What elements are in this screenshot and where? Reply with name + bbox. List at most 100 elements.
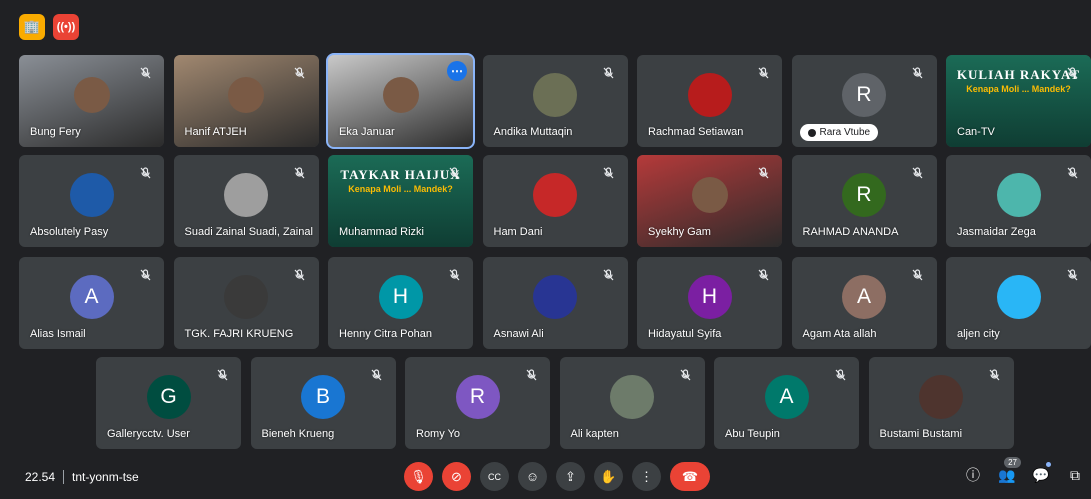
mic-muted-icon [598, 62, 620, 84]
participant-avatar: R [842, 173, 886, 218]
activities-button[interactable]: ⧉ [1063, 462, 1087, 488]
mic-muted-icon [1061, 264, 1083, 286]
participant-tile[interactable]: Hanif ATJEH [173, 55, 319, 147]
participant-tile[interactable]: Syekhy Gam [637, 155, 782, 247]
building-icon[interactable]: 🏢 [19, 14, 45, 40]
participant-tile[interactable]: A Abu Teupin [714, 357, 859, 449]
mic-muted-icon [675, 364, 697, 386]
mic-muted-icon [907, 62, 929, 84]
mic-muted-icon [752, 62, 774, 84]
participant-name: Romy Yo [416, 428, 461, 440]
mic-muted-icon [598, 264, 620, 286]
participant-name: Bung Fery [30, 126, 81, 138]
speaker-icon [807, 128, 816, 137]
bottom-bar: 22.54 tnt-yonm-tse 🎙 ⊘ CC ☺ ⇪ ✋ ⋮ ☎ ⓘ 👥 27 💬 ⧉ [0, 456, 1091, 499]
participant-face [691, 177, 728, 214]
participant-avatar [533, 275, 577, 320]
participant-name: Bustami Bustami [879, 428, 963, 440]
participant-avatar: H [378, 275, 423, 320]
participant-tile[interactable]: TAYKAR HAIJUX Kenapa Moli ... Mandek? Muha… [328, 155, 473, 247]
captions-button[interactable]: CC [480, 462, 509, 491]
mic-muted-icon [598, 162, 620, 184]
reactions-button[interactable]: ☺ [518, 462, 547, 491]
participant-avatar: A [764, 375, 809, 420]
participant-tile[interactable]: Ali kapten [559, 357, 705, 449]
participant-avatar: G [146, 375, 191, 420]
participant-tile[interactable]: R RAHMAD ANANDA [791, 155, 937, 247]
participant-name: Jasmaidar Zega [957, 226, 1036, 238]
participant-tile[interactable]: aljen city [946, 257, 1091, 349]
raise-hand-button[interactable]: ✋ [594, 462, 623, 491]
participant-avatar [610, 375, 654, 420]
participant-tile[interactable]: Asnawi Ali [482, 257, 628, 349]
people-button[interactable]: 👥 27 [995, 457, 1021, 488]
participant-name: Ham Dani [493, 226, 543, 238]
participant-name: Absolutely Pasy [30, 226, 109, 238]
participant-tile[interactable]: R Romy Yo [405, 357, 550, 449]
captions-icon: CC [488, 471, 501, 482]
mic-muted-icon [443, 162, 465, 184]
mic-muted-icon [366, 364, 388, 386]
mic-off-icon: 🎙 [410, 468, 427, 484]
mic-muted-icon [134, 162, 156, 184]
camera-off-icon: ⊘ [451, 468, 462, 484]
participant-avatar: B [301, 375, 345, 420]
participant-face [228, 77, 264, 114]
chat-button[interactable]: 💬 [1029, 462, 1053, 488]
hangup-icon: ☎ [681, 468, 699, 484]
participant-tile[interactable]: ⋯ Eka Januar [326, 53, 475, 149]
call-controls: 🎙 ⊘ CC ☺ ⇪ ✋ ⋮ ☎ [404, 462, 710, 491]
participant-tile[interactable]: G Gallerycctv. User [96, 357, 241, 449]
participant-tile[interactable]: H Henny Citra Pohan [328, 257, 473, 349]
meeting-details-button[interactable]: ⓘ [961, 462, 985, 488]
participant-tile[interactable]: A Alias Ismail [19, 257, 164, 349]
meeting-code: tnt-yonm-tse [72, 470, 139, 484]
divider [63, 470, 65, 484]
mic-muted-icon [289, 264, 311, 286]
participant-name: Abu Teupin [725, 428, 780, 440]
participant-tile[interactable]: Rachmad Setiawan [637, 55, 782, 147]
camera-off-button[interactable]: ⊘ [442, 462, 471, 491]
participant-tile[interactable]: KULIAH RAKYAT Kenapa Moli ... Mandek? Can-… [946, 55, 1091, 147]
participant-name: Can-TV [957, 126, 995, 138]
participant-tile[interactable]: A Agam Ata allah [791, 257, 937, 349]
leave-call-button[interactable]: ☎ [670, 462, 710, 491]
present-button[interactable]: ⇪ [556, 462, 585, 491]
live-broadcast-icon[interactable]: ((•)) [53, 14, 79, 40]
chat-icon: 💬 [1032, 466, 1050, 483]
participant-tile[interactable]: Suadi Zainal Suadi, Zainal [173, 155, 319, 247]
participant-avatar [533, 73, 577, 118]
present-screen-icon: ⇪ [565, 468, 576, 484]
more-options-icon[interactable]: ⋯ [447, 61, 467, 81]
participant-avatar [69, 173, 114, 218]
participant-avatar [224, 275, 268, 320]
participant-tile[interactable]: B Bieneh Krueng [250, 357, 396, 449]
participant-name: TGK. FAJRI KRUENG [184, 328, 294, 340]
hand-icon: ✋ [600, 468, 617, 484]
more-options-button[interactable]: ⋮ [632, 462, 661, 491]
mic-muted-icon [134, 62, 156, 84]
participant-tile[interactable]: Absolutely Pasy [19, 155, 164, 247]
clock-time: 22.54 [25, 470, 56, 484]
participant-tile[interactable]: Jasmaidar Zega [946, 155, 1091, 247]
emoji-icon: ☺ [525, 469, 540, 484]
participant-tile[interactable]: R Rara Vtube [791, 55, 937, 147]
participant-tile[interactable]: Bustami Bustami [868, 357, 1014, 449]
participant-tile[interactable]: Bung Fery [19, 55, 164, 147]
mic-muted-icon [443, 264, 465, 286]
mic-off-button[interactable]: 🎙 [404, 462, 433, 491]
meeting-info: 22.54 tnt-yonm-tse [25, 470, 139, 484]
banner-subtitle: Kenapa Moli ... Mandek? [348, 184, 453, 194]
participant-name: RAHMAD ANANDA [802, 226, 899, 238]
top-badges: 🏢 ((•)) [19, 14, 79, 40]
mic-muted-icon [752, 264, 774, 286]
participant-avatar: A [69, 275, 114, 320]
mic-muted-icon [752, 162, 774, 184]
participant-tile[interactable]: Ham Dani [482, 155, 628, 247]
participant-tile[interactable]: Andika Muttaqin [482, 55, 628, 147]
participant-name: Ali kapten [570, 428, 619, 440]
mic-muted-icon [984, 364, 1006, 386]
participant-tile[interactable]: H Hidayatul Syifa [637, 257, 782, 349]
participant-tile[interactable]: TGK. FAJRI KRUENG [173, 257, 319, 349]
mic-muted-icon [520, 364, 542, 386]
